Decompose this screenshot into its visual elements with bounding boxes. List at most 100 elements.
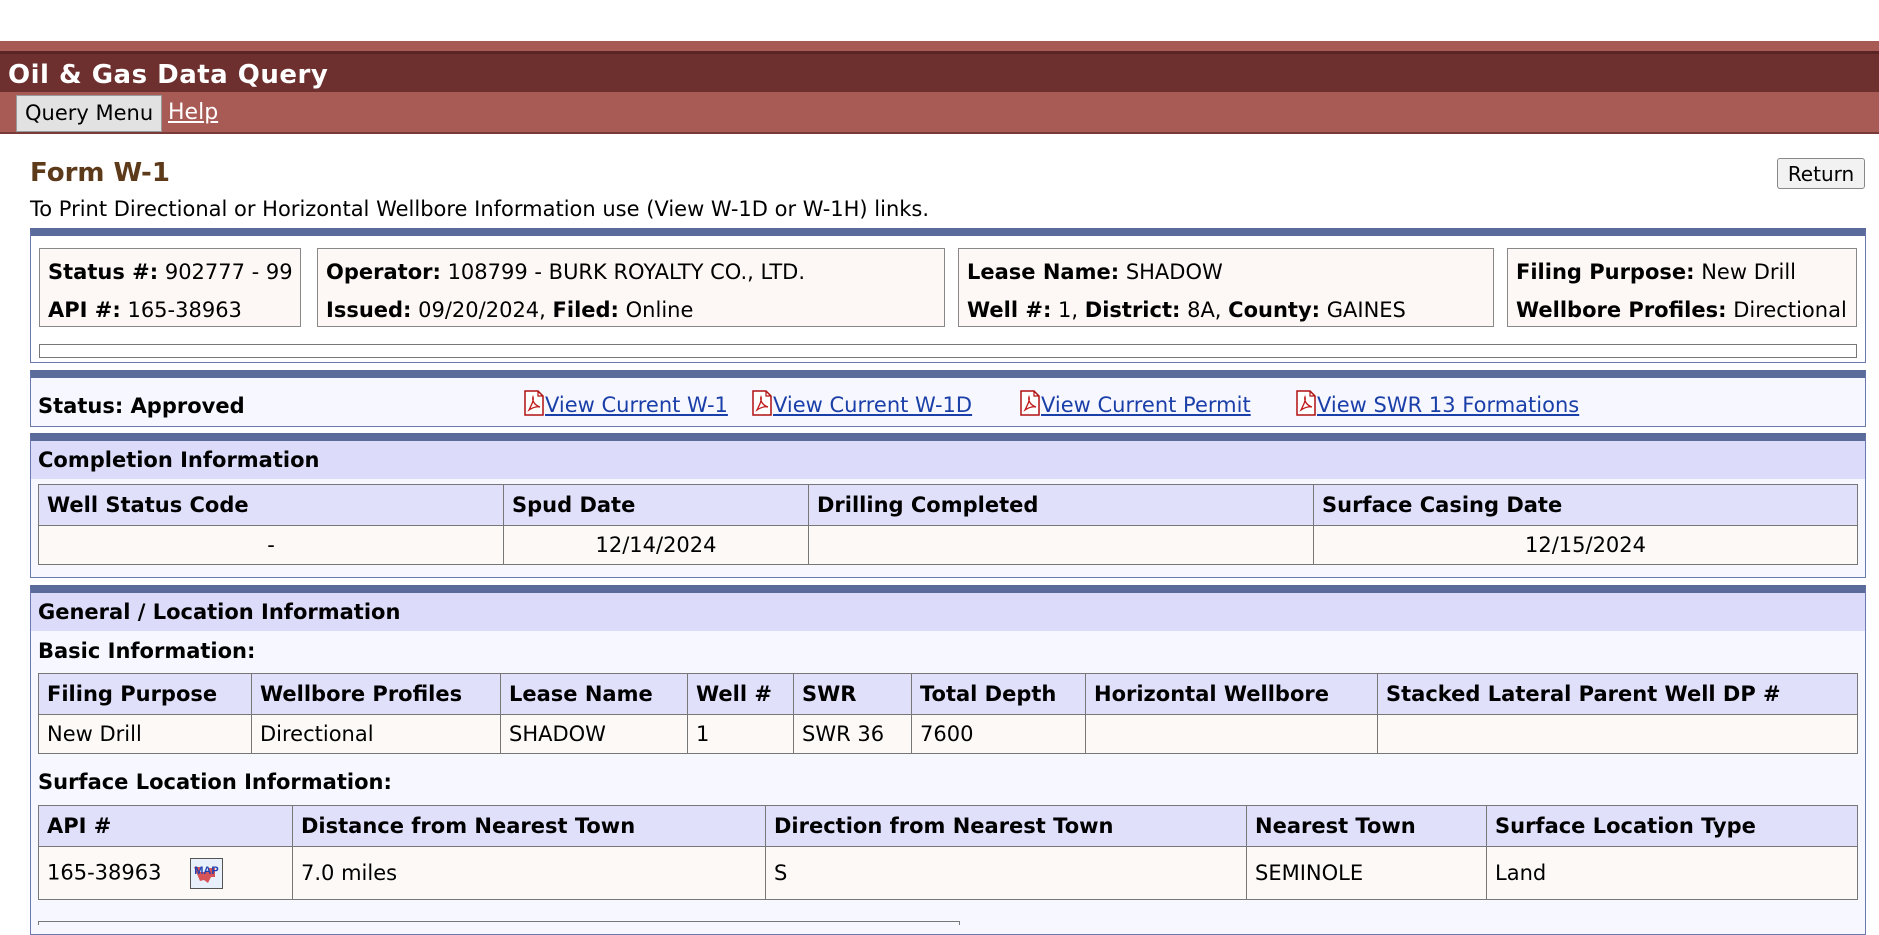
well-number-cell: 1 bbox=[687, 714, 794, 754]
col-stacked-lateral: Stacked Lateral Parent Well DP # bbox=[1377, 673, 1858, 715]
view-swr13-formations-label: View SWR 13 Formations bbox=[1317, 393, 1580, 417]
view-current-permit-link[interactable]: View Current Permit bbox=[1019, 390, 1251, 417]
return-button[interactable]: Return bbox=[1777, 158, 1865, 189]
col-distance-from-town: Distance from Nearest Town bbox=[292, 805, 766, 847]
lease-box: Lease Name: SHADOW Well #: 1, District: … bbox=[958, 248, 1494, 327]
completion-section-title: Completion Information bbox=[31, 441, 1865, 479]
lease-label: Lease Name: bbox=[967, 260, 1120, 284]
col-drilling-completed: Drilling Completed bbox=[808, 484, 1314, 526]
api-number: 165-38963 bbox=[127, 298, 242, 322]
api-number-cell: 165-38963 MAP bbox=[38, 846, 293, 900]
completion-table: Well Status Code Spud Date Drilling Comp… bbox=[38, 484, 1858, 565]
query-menu-button[interactable]: Query Menu bbox=[16, 95, 163, 132]
lease-name-cell: SHADOW bbox=[500, 714, 688, 754]
table-header-row: API # Distance from Nearest Town Directi… bbox=[38, 805, 1858, 847]
view-swr13-formations-link[interactable]: View SWR 13 Formations bbox=[1295, 390, 1579, 417]
view-current-w1-link[interactable]: View Current W-1 bbox=[523, 390, 728, 417]
well-value: 1, bbox=[1058, 298, 1079, 322]
well-label: Well #: bbox=[967, 298, 1052, 322]
top-stripe bbox=[0, 41, 1879, 51]
status-number-label: Status #: bbox=[48, 260, 159, 284]
issued-value: 09/20/2024, bbox=[418, 298, 546, 322]
map-icon[interactable]: MAP bbox=[190, 857, 224, 889]
print-instruction: To Print Directional or Horizontal Wellb… bbox=[30, 197, 930, 221]
next-table-edge bbox=[38, 921, 960, 925]
help-link[interactable]: Help bbox=[168, 95, 218, 130]
col-surface-casing-date: Surface Casing Date bbox=[1313, 484, 1858, 526]
filing-purpose-label: Filing Purpose: bbox=[1516, 260, 1695, 284]
filed-label: Filed: bbox=[552, 298, 619, 322]
surface-casing-date-cell: 12/15/2024 bbox=[1313, 525, 1858, 565]
operator-value: 108799 - BURK ROYALTY CO., LTD. bbox=[447, 260, 805, 284]
col-well-number: Well # bbox=[687, 673, 794, 715]
drilling-completed-cell bbox=[808, 525, 1314, 565]
col-api-number: API # bbox=[38, 805, 293, 847]
table-header-row: Well Status Code Spud Date Drilling Comp… bbox=[38, 484, 1858, 526]
wellbore-profiles-value: Directional bbox=[1733, 298, 1847, 322]
table-row: New Drill Directional SHADOW 1 SWR 36 76… bbox=[38, 714, 1858, 754]
nearest-town-cell: SEMINOLE bbox=[1246, 846, 1487, 900]
horizontal-wellbore-cell bbox=[1085, 714, 1378, 754]
status-approved: Status: Approved bbox=[38, 394, 245, 418]
col-lease-name: Lease Name bbox=[500, 673, 688, 715]
spud-date-cell: 12/14/2024 bbox=[503, 525, 809, 565]
surface-location-table: API # Distance from Nearest Town Directi… bbox=[38, 805, 1858, 900]
empty-info-bar bbox=[39, 344, 1857, 358]
status-number: 902777 - 99 bbox=[164, 260, 293, 284]
header-panel: Status #: 902777 - 99 API #: 165-38963 O… bbox=[30, 228, 1866, 363]
wellbore-profiles-cell: Directional bbox=[251, 714, 501, 754]
basic-info-title: Basic Information: bbox=[38, 639, 256, 663]
county-label: County: bbox=[1228, 298, 1321, 322]
total-depth-cell: 7600 bbox=[911, 714, 1086, 754]
operator-box: Operator: 108799 - BURK ROYALTY CO., LTD… bbox=[317, 248, 945, 327]
col-direction-from-town: Direction from Nearest Town bbox=[765, 805, 1247, 847]
issued-label: Issued: bbox=[326, 298, 412, 322]
api-label: API #: bbox=[48, 298, 121, 322]
filing-purpose-cell: New Drill bbox=[38, 714, 252, 754]
wellbore-profiles-label: Wellbore Profiles: bbox=[1516, 298, 1727, 322]
col-horizontal-wellbore: Horizontal Wellbore bbox=[1085, 673, 1378, 715]
app-title-bar: Oil & Gas Data Query bbox=[0, 51, 1879, 92]
col-spud-date: Spud Date bbox=[503, 484, 809, 526]
distance-cell: 7.0 miles bbox=[292, 846, 766, 900]
view-current-w1-label: View Current W-1 bbox=[545, 393, 728, 417]
col-total-depth: Total Depth bbox=[911, 673, 1086, 715]
district-label: District: bbox=[1084, 298, 1181, 322]
pdf-icon bbox=[1020, 390, 1040, 416]
stacked-lateral-cell bbox=[1377, 714, 1858, 754]
filing-box: Filing Purpose: New Drill Wellbore Profi… bbox=[1507, 248, 1857, 327]
col-swr: SWR bbox=[793, 673, 912, 715]
col-nearest-town: Nearest Town bbox=[1246, 805, 1487, 847]
general-section-title: General / Location Information bbox=[31, 593, 1865, 631]
page-title: Form W-1 bbox=[30, 158, 170, 188]
general-location-panel: General / Location Information Basic Inf… bbox=[30, 585, 1866, 935]
view-current-w1d-label: View Current W-1D bbox=[773, 393, 973, 417]
well-status-code-cell: - bbox=[38, 525, 504, 565]
filing-purpose-value: New Drill bbox=[1701, 260, 1797, 284]
filed-value: Online bbox=[625, 298, 694, 322]
col-surface-location-type: Surface Location Type bbox=[1486, 805, 1858, 847]
col-filing-purpose: Filing Purpose bbox=[38, 673, 252, 715]
menu-bar: Query Menu Help bbox=[0, 92, 1879, 134]
pdf-icon bbox=[752, 390, 772, 416]
pdf-icon bbox=[524, 390, 544, 416]
col-well-status-code: Well Status Code bbox=[38, 484, 504, 526]
completion-panel: Completion Information Well Status Code … bbox=[30, 433, 1866, 578]
swr-cell: SWR 36 bbox=[793, 714, 912, 754]
table-row: - 12/14/2024 12/15/2024 bbox=[38, 525, 1858, 565]
map-icon-text: MAP bbox=[194, 865, 218, 877]
pdf-icon bbox=[1296, 390, 1316, 416]
surface-location-title: Surface Location Information: bbox=[38, 770, 392, 794]
operator-label: Operator: bbox=[326, 260, 441, 284]
district-value: 8A, bbox=[1187, 298, 1222, 322]
table-header-row: Filing Purpose Wellbore Profiles Lease N… bbox=[38, 673, 1858, 715]
status-box: Status #: 902777 - 99 API #: 165-38963 bbox=[39, 248, 301, 327]
app-title: Oil & Gas Data Query bbox=[8, 60, 329, 90]
county-value: GAINES bbox=[1326, 298, 1406, 322]
view-current-permit-label: View Current Permit bbox=[1041, 393, 1251, 417]
lease-value: SHADOW bbox=[1125, 260, 1223, 284]
surface-location-type-cell: Land bbox=[1486, 846, 1858, 900]
table-row: 165-38963 MAP 7.0 miles S SEMINOLE Land bbox=[38, 846, 1858, 900]
view-current-w1d-link[interactable]: View Current W-1D bbox=[751, 390, 972, 417]
status-panel: Status: Approved View Current W-1 View C… bbox=[30, 370, 1866, 427]
